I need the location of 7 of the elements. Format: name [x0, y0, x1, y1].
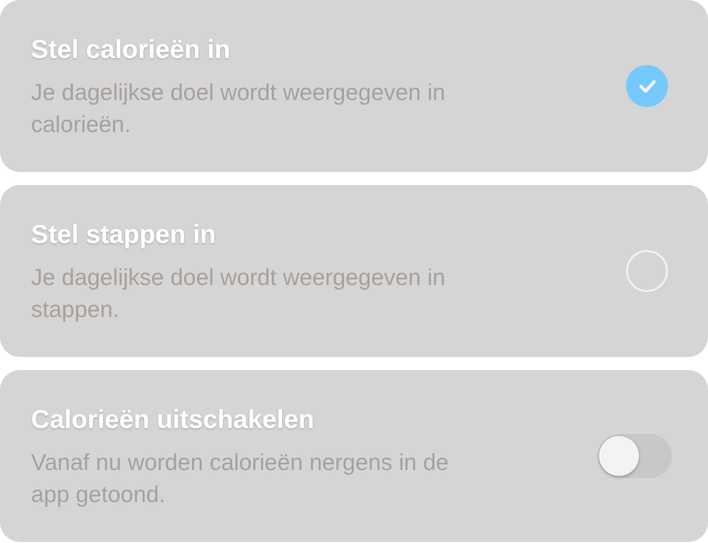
option-description: Je dagelijkse doel wordt weergegeven in calorieën.	[31, 78, 446, 139]
radio-button[interactable]	[626, 250, 668, 292]
radio-checked[interactable]	[626, 65, 668, 107]
checkmark-icon	[638, 80, 656, 92]
option-description: Vanaf nu worden calorieën nergens in de app getoond.	[31, 448, 450, 509]
option-description: Je dagelijkse doel wordt weergegeven in stappen.	[31, 263, 446, 324]
toggle-switch[interactable]	[598, 434, 672, 478]
